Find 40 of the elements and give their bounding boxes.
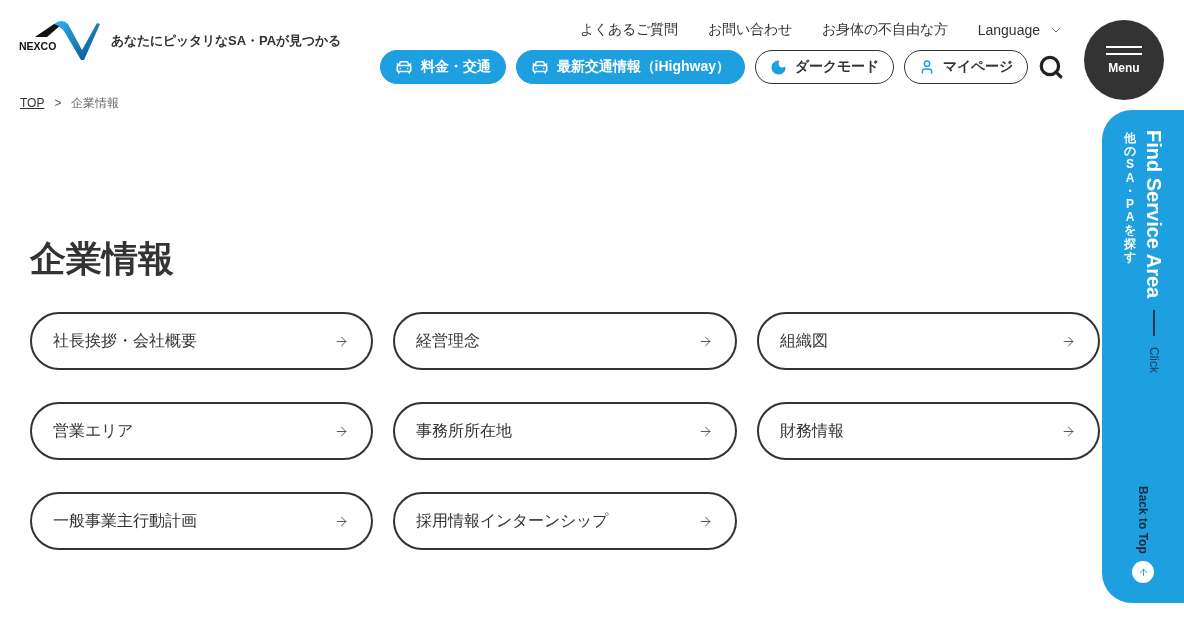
moon-icon	[770, 58, 787, 76]
person-icon	[919, 59, 935, 75]
tagline: あなたにピッタリなSA・PAが見つかる	[111, 32, 342, 50]
link-card[interactable]: 経営理念	[393, 312, 737, 370]
link-card[interactable]: 組織図	[756, 312, 1100, 370]
arrow-right-icon	[334, 513, 350, 529]
current-page-label: 企業情報	[71, 94, 120, 112]
arrow-right-icon	[1061, 423, 1076, 439]
header-link[interactable]: お身体の不自由な方	[821, 21, 948, 39]
menu-icon	[1106, 45, 1142, 55]
link-card[interactable]: 社長挨拶・会社概要	[30, 312, 374, 370]
header-link[interactable]: お問い合わせ	[707, 21, 792, 39]
click-link[interactable]: Click	[1147, 347, 1161, 374]
breadcrumb-link[interactable]: TOP	[20, 96, 45, 110]
car-icon	[394, 58, 413, 76]
search-icon[interactable]	[1038, 54, 1064, 80]
link-card[interactable]: 採用情報インターンシップ	[393, 492, 737, 550]
car-icon	[530, 58, 549, 76]
header-button[interactable]: ダークモード	[755, 50, 894, 84]
link-card[interactable]: 営業エリア	[30, 402, 374, 460]
back-to-top-button[interactable]: Back to Top	[1132, 486, 1154, 583]
panel-title: Find Service Area	[1144, 130, 1164, 299]
menu-button[interactable]: Menu	[1084, 20, 1164, 100]
arrow-right-icon	[697, 333, 713, 349]
arrow-right-icon	[334, 423, 350, 439]
arrow-up-icon	[1132, 561, 1154, 583]
arrow-right-icon	[1061, 333, 1076, 349]
breadcrumb-separator: >	[54, 96, 62, 110]
arrow-right-icon	[697, 423, 713, 439]
link-card[interactable]: 財務情報	[756, 402, 1100, 460]
link-card[interactable]: 一般事業主行動計画	[30, 492, 374, 550]
link-card[interactable]: 事務所所在地	[393, 402, 737, 460]
panel-subtitle: 他のSA・PAを探す	[1123, 130, 1137, 266]
arrow-right-icon	[697, 513, 713, 529]
header-button[interactable]: マイページ	[904, 50, 1028, 84]
page-title: 企業情報	[30, 237, 174, 281]
language-button[interactable]: Language	[977, 22, 1064, 38]
header-link[interactable]: よくあるご質問	[579, 21, 678, 39]
nexco-logo[interactable]: NEXCO	[18, 18, 100, 62]
arrow-right-icon	[334, 333, 350, 349]
